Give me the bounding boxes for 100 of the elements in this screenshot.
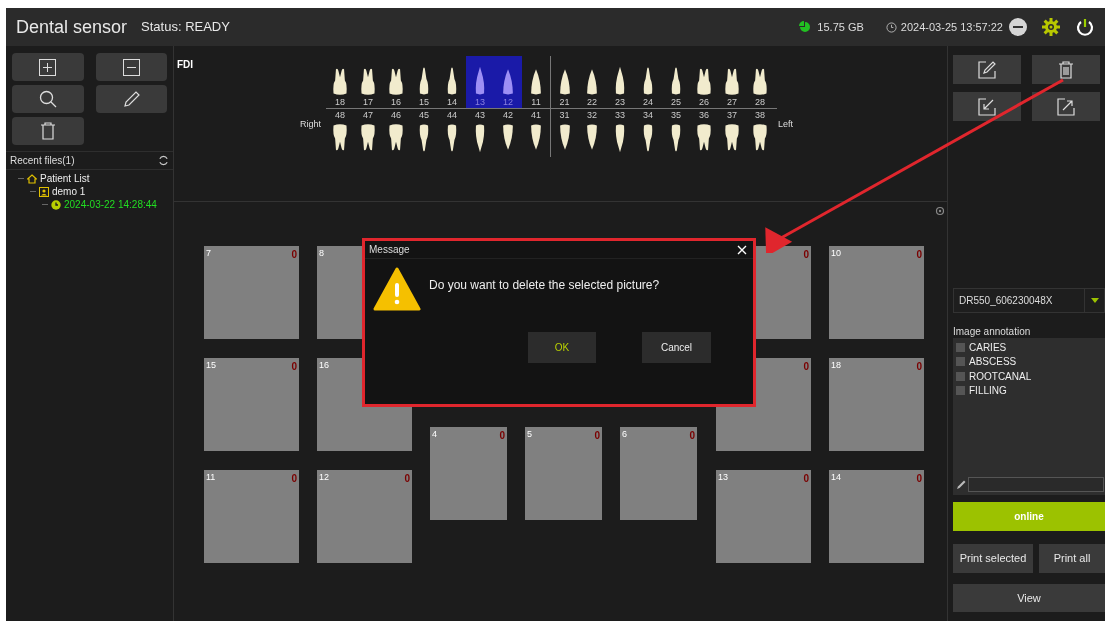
settings-icon[interactable] bbox=[1041, 17, 1061, 37]
trash-icon bbox=[39, 122, 56, 140]
tree-item[interactable]: 2024-03-22 14:28:44 bbox=[64, 197, 157, 212]
tooth-selector[interactable]: 13 bbox=[466, 56, 494, 108]
slot-count: 0 bbox=[594, 429, 600, 443]
tooth-selector[interactable]: 18 bbox=[326, 56, 354, 108]
image-slot[interactable]: 13 0 bbox=[716, 470, 811, 563]
image-slot[interactable]: 15 0 bbox=[204, 358, 299, 451]
tooth-selector[interactable]: 34 bbox=[634, 109, 662, 157]
power-icon[interactable] bbox=[1075, 17, 1095, 37]
tooth-selector[interactable]: 36 bbox=[690, 109, 718, 157]
tooth-icon bbox=[331, 66, 349, 96]
print-selected-button[interactable]: Print selected bbox=[953, 544, 1033, 573]
tooth-selector[interactable]: 45 bbox=[410, 109, 438, 157]
import-button[interactable] bbox=[953, 92, 1021, 121]
checkbox[interactable] bbox=[956, 386, 965, 396]
tooth-selector[interactable]: 25 bbox=[662, 56, 690, 108]
checkbox[interactable] bbox=[956, 371, 965, 381]
image-slot[interactable]: 18 0 bbox=[829, 358, 924, 451]
tooth-selector[interactable]: 42 bbox=[494, 109, 522, 157]
side-label: Right bbox=[300, 118, 322, 131]
tooth-selector[interactable]: 22 bbox=[578, 56, 606, 108]
minimize-button[interactable] bbox=[1009, 18, 1027, 36]
tooth-selector[interactable]: 23 bbox=[606, 56, 634, 108]
cancel-button[interactable]: Cancel bbox=[642, 332, 711, 363]
slot-count: 0 bbox=[916, 248, 922, 262]
tooth-number: 12 bbox=[503, 96, 513, 108]
tooth-selector[interactable]: 11 bbox=[522, 56, 550, 108]
tooth-number: 28 bbox=[755, 96, 765, 108]
pie-chart-icon bbox=[799, 21, 812, 33]
minus-square-icon bbox=[122, 58, 140, 76]
delete-button[interactable] bbox=[12, 117, 84, 145]
slot-number: 18 bbox=[831, 359, 841, 372]
checkbox[interactable] bbox=[956, 342, 965, 352]
tooth-number: 14 bbox=[447, 96, 457, 108]
tooth-icon bbox=[751, 66, 769, 96]
image-slot[interactable]: 10 0 bbox=[829, 246, 924, 339]
settings-icon[interactable] bbox=[935, 206, 945, 216]
tooth-selector[interactable]: 33 bbox=[606, 109, 634, 157]
tooth-selector[interactable]: 15 bbox=[410, 56, 438, 108]
tooth-icon bbox=[695, 66, 713, 96]
tooth-selector[interactable]: 43 bbox=[466, 109, 494, 157]
tooth-number: 37 bbox=[727, 109, 737, 121]
slot-count: 0 bbox=[916, 360, 922, 374]
tooth-selector[interactable]: 14 bbox=[438, 56, 466, 108]
export-button[interactable] bbox=[1032, 92, 1100, 121]
device-dropdown[interactable]: DR550_606230048X bbox=[953, 288, 1105, 313]
slot-count: 0 bbox=[291, 248, 297, 262]
datetime-text: 2024-03-25 13:57:22 bbox=[900, 19, 1003, 35]
search-button[interactable] bbox=[12, 85, 84, 113]
slot-count: 0 bbox=[916, 472, 922, 486]
tooth-selector[interactable]: 47 bbox=[354, 109, 382, 157]
edit-button[interactable] bbox=[953, 55, 1021, 84]
image-slot[interactable]: 14 0 bbox=[829, 470, 924, 563]
tooth-icon bbox=[331, 123, 349, 153]
slot-number: 16 bbox=[319, 359, 329, 372]
tooth-number: 34 bbox=[643, 109, 653, 121]
delete-button[interactable] bbox=[1032, 55, 1100, 84]
tooth-selector[interactable]: 24 bbox=[634, 56, 662, 108]
tree-item[interactable]: demo 1 bbox=[52, 184, 86, 199]
slot-count: 0 bbox=[291, 360, 297, 374]
tooth-selector[interactable]: 16 bbox=[382, 56, 410, 108]
slot-number: 14 bbox=[831, 471, 841, 484]
tooth-selector[interactable]: 28 bbox=[746, 56, 774, 108]
tooth-selector[interactable]: 48 bbox=[326, 109, 354, 157]
tooth-selector[interactable]: 32 bbox=[578, 109, 606, 157]
annotation-input[interactable] bbox=[968, 477, 1104, 492]
image-slot[interactable]: 5 0 bbox=[525, 427, 602, 520]
image-slot[interactable]: 4 0 bbox=[430, 427, 507, 520]
tooth-selector[interactable]: 35 bbox=[662, 109, 690, 157]
image-slot[interactable]: 12 0 bbox=[317, 470, 412, 563]
tooth-selector[interactable]: 46 bbox=[382, 109, 410, 157]
tooth-number: 13 bbox=[475, 96, 485, 108]
tooth-selector[interactable]: 38 bbox=[746, 109, 774, 157]
tooth-number: 31 bbox=[559, 109, 570, 121]
add-button[interactable] bbox=[12, 53, 84, 81]
refresh-icon[interactable] bbox=[158, 155, 169, 166]
tooth-selector[interactable]: 44 bbox=[438, 109, 466, 157]
tooth-selector[interactable]: 12 bbox=[494, 56, 522, 108]
tooth-selector[interactable]: 37 bbox=[718, 109, 746, 157]
image-slot[interactable]: 11 0 bbox=[204, 470, 299, 563]
print-all-button[interactable]: Print all bbox=[1039, 544, 1105, 573]
remove-button[interactable] bbox=[95, 53, 167, 81]
slot-number: 8 bbox=[319, 247, 324, 260]
view-button[interactable]: View bbox=[953, 584, 1105, 612]
tooth-number: 16 bbox=[391, 96, 401, 108]
tooth-selector[interactable]: 17 bbox=[354, 56, 382, 108]
tree-item[interactable]: Patient List bbox=[40, 171, 90, 186]
trash-icon bbox=[1058, 60, 1074, 79]
tooth-selector[interactable]: 41 bbox=[522, 109, 550, 157]
checkbox[interactable] bbox=[956, 357, 965, 367]
ok-button[interactable]: OK bbox=[528, 332, 596, 363]
tooth-number: 27 bbox=[727, 96, 737, 108]
image-slot[interactable]: 7 0 bbox=[204, 246, 299, 339]
image-slot[interactable]: 6 0 bbox=[620, 427, 697, 520]
tooth-number: 24 bbox=[643, 96, 653, 108]
tooth-number: 25 bbox=[671, 96, 681, 108]
tooth-selector[interactable]: 27 bbox=[718, 56, 746, 108]
tooth-selector[interactable]: 26 bbox=[690, 56, 718, 108]
tooth-selector[interactable]: 31 bbox=[550, 109, 578, 157]
